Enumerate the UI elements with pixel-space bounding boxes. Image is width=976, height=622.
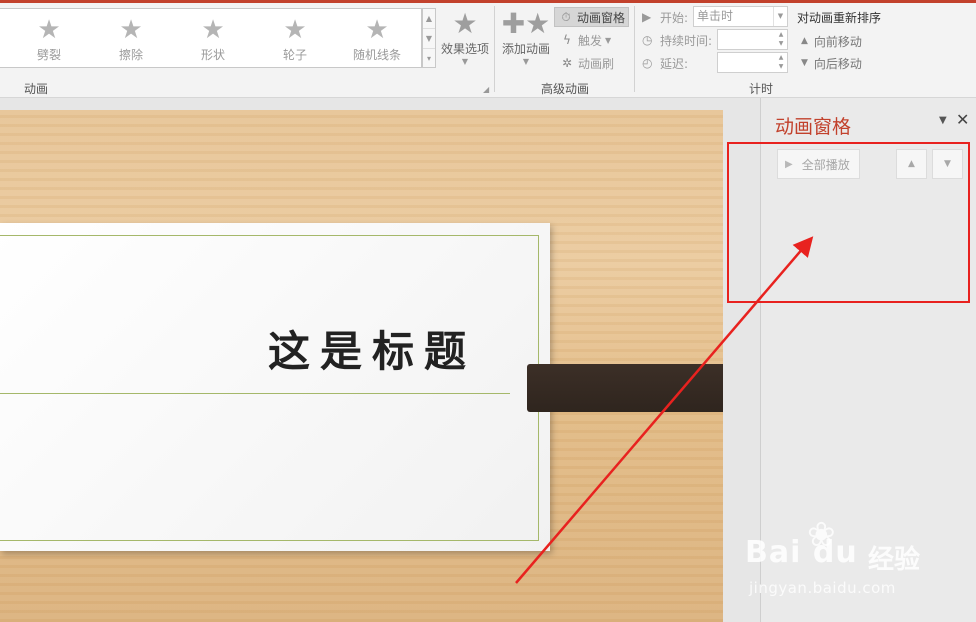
watermark: Bai du ❀ 经验 jingyan.baidu.com — [745, 515, 925, 605]
lightning-icon: ϟ — [563, 33, 571, 47]
watermark-cn: 经验 — [868, 545, 921, 575]
group-divider — [634, 6, 635, 92]
dark-band-decoration — [527, 364, 723, 412]
trigger-label: 触发 — [578, 33, 603, 48]
split-star-icon: ★ — [37, 15, 61, 45]
spinner-icon[interactable]: ▲ ▼ — [775, 30, 787, 49]
gallery-item-label: 擦除 — [118, 48, 143, 62]
delay-input[interactable]: ▲ ▼ — [717, 52, 788, 73]
chevron-down-icon: ▼ — [522, 57, 530, 66]
animation-painter-label: 动画刷 — [578, 56, 615, 71]
highlight-box — [727, 142, 970, 303]
slide-editor: 这是标题 — [0, 98, 760, 622]
gallery-scroll-down-icon[interactable]: ▼ — [423, 29, 435, 49]
animation-pane-title: 动画窗格 — [775, 116, 852, 138]
chevron-down-icon: ▼ — [605, 35, 612, 45]
clock-icon: ◷ — [642, 33, 653, 47]
spinner-icon[interactable]: ▲ ▼ — [775, 53, 787, 72]
start-value: 单击时 — [697, 9, 734, 23]
gallery-item-label: 随机线条 — [352, 48, 401, 62]
move-later-label: 向后移动 — [813, 56, 862, 71]
ribbon-accent-line — [0, 0, 976, 3]
group-divider — [494, 6, 495, 92]
gallery-item-wheel[interactable]: ★ 轮子 — [254, 9, 336, 69]
wipe-star-icon: ★ — [119, 15, 143, 45]
gallery-item-split[interactable]: ★ 劈裂 — [8, 9, 90, 69]
reorder-title: 对动画重新排序 — [797, 11, 882, 25]
dialog-launcher-icon[interactable]: ◢ — [483, 85, 489, 94]
gallery-scroll-up-icon[interactable]: ▲ — [423, 9, 435, 29]
title-underline — [0, 393, 510, 394]
chevron-down-icon: ▼ — [773, 7, 787, 26]
effect-options-label: 效果选项 — [440, 42, 489, 56]
group-label-animation: 动画 — [24, 82, 49, 96]
effect-options-star-icon: ★ — [452, 7, 478, 40]
wheel-star-icon: ★ — [283, 15, 307, 45]
timing-delay-row: ◴ 延迟: — [642, 52, 716, 74]
move-earlier-label: 向前移动 — [813, 34, 862, 49]
random-bars-star-icon: ★ — [365, 15, 389, 45]
move-earlier-button[interactable]: ▲ 向前移动 — [801, 31, 862, 51]
ribbon: ★ 劈裂 ★ 擦除 ★ 形状 ★ 轮子 ★ 随机线条 ▲ ▼ ▾ ★ 效果选项 … — [0, 0, 976, 98]
triangle-down-icon: ▼ — [801, 58, 808, 68]
pane-options-icon[interactable]: ▼ — [939, 115, 947, 126]
watermark-logo: Bai du — [745, 535, 858, 570]
chevron-down-icon: ▼ — [461, 57, 469, 66]
gallery-more-icon[interactable]: ▾ — [423, 49, 435, 69]
gallery-item-random-bars[interactable]: ★ 随机线条 — [336, 9, 418, 69]
group-label-timing: 计时 — [749, 82, 774, 96]
gallery-item-label: 轮子 — [282, 48, 307, 62]
effect-options-button[interactable]: ★ 效果选项 ▼ — [438, 8, 492, 72]
paw-icon: ❀ — [807, 515, 836, 555]
watermark-url: jingyan.baidu.com — [749, 579, 896, 597]
painter-icon: ✲ — [561, 56, 573, 70]
start-select[interactable]: 单击时 ▼ — [693, 6, 788, 27]
timing-duration-row: ◷ 持续时间: — [642, 29, 716, 51]
move-later-button[interactable]: ▼ 向后移动 — [801, 53, 862, 73]
animation-pane-icon: ⏱ — [561, 9, 571, 24]
slide-title[interactable]: 这是标题 — [0, 318, 476, 379]
gallery-item-wipe[interactable]: ★ 擦除 — [90, 9, 172, 69]
delay-label: 延迟: — [660, 56, 689, 71]
duration-input[interactable]: ▲ ▼ — [717, 29, 788, 50]
triangle-up-icon: ▲ — [801, 36, 808, 46]
play-triangle-icon: ▶ — [642, 10, 652, 24]
add-animation-label: 添加动画 — [501, 42, 550, 56]
animation-painter-button[interactable]: ✲ 动画刷 — [556, 53, 617, 73]
title-card-border — [0, 235, 539, 541]
add-animation-button[interactable]: ✚★ 添加动画 ▼ — [498, 8, 554, 74]
slide-canvas[interactable]: 这是标题 — [0, 110, 723, 622]
gallery-item-label: 劈裂 — [36, 48, 61, 62]
gallery-item-shape[interactable]: ★ 形状 — [172, 9, 254, 69]
close-icon[interactable]: ✕ — [956, 110, 969, 129]
title-card: 这是标题 — [0, 223, 550, 551]
shape-star-icon: ★ — [201, 15, 225, 45]
gallery-scrollbar[interactable]: ▲ ▼ ▾ — [422, 8, 436, 68]
delay-clock-icon: ◴ — [642, 56, 653, 70]
add-animation-star-icon: ✚★ — [501, 7, 551, 40]
duration-label: 持续时间: — [660, 33, 713, 48]
group-label-advanced: 高级动画 — [541, 82, 590, 96]
animation-gallery: ★ 劈裂 ★ 擦除 ★ 形状 ★ 轮子 ★ 随机线条 — [0, 8, 422, 68]
trigger-button[interactable]: ϟ 触发 ▼ — [556, 30, 614, 50]
gallery-item-label: 形状 — [200, 48, 225, 62]
animation-pane-label: 动画窗格 — [577, 10, 626, 25]
animation-pane-button[interactable]: ⏱ 动画窗格 — [554, 7, 630, 27]
